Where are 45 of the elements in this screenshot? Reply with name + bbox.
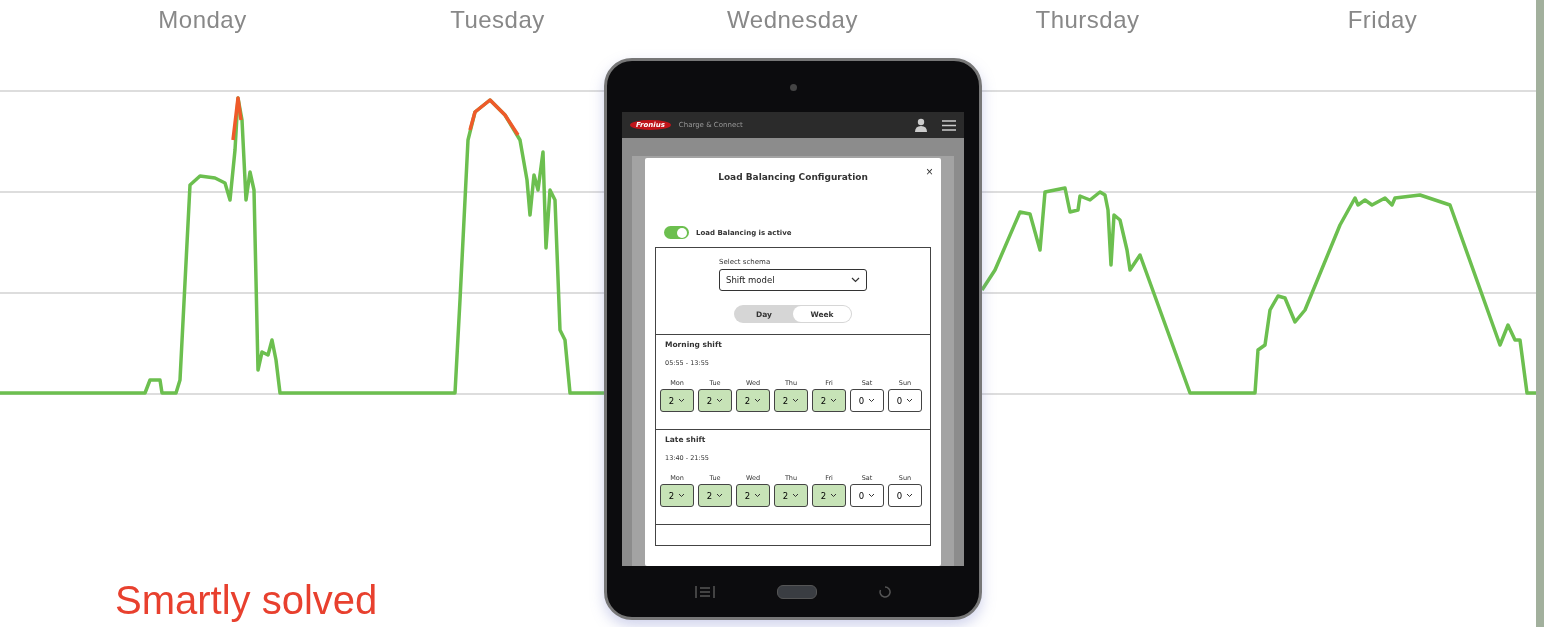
count-dropdown[interactable]: 2 <box>774 484 808 507</box>
day-label: Tuesday <box>449 5 546 35</box>
count-dropdown[interactable]: 2 <box>660 389 694 412</box>
chevron-down-icon <box>830 493 838 498</box>
rotate-icon[interactable] <box>879 585 891 598</box>
count-dropdown[interactable]: 2 <box>736 389 770 412</box>
count-dropdown[interactable]: 0 <box>888 484 922 507</box>
count-dropdown[interactable]: 2 <box>812 484 846 507</box>
count-dropdown[interactable]: 2 <box>774 389 808 412</box>
chevron-down-icon <box>868 493 876 498</box>
count-dropdown[interactable]: 0 <box>888 389 922 412</box>
camera-icon <box>789 84 797 91</box>
headline: Smartly solved <box>115 577 378 624</box>
list-icon[interactable] <box>695 585 715 598</box>
count-dropdown[interactable]: 2 <box>660 484 694 507</box>
schema-dropdown[interactable]: Shift model <box>719 269 867 291</box>
day-label: Friday <box>1346 5 1419 35</box>
chevron-down-icon <box>754 398 762 403</box>
chevron-down-icon <box>851 277 860 283</box>
day-label: Monday <box>157 5 248 35</box>
menu-icon[interactable] <box>942 119 956 131</box>
chevron-down-icon <box>792 398 800 403</box>
chevron-down-icon <box>716 493 724 498</box>
dialog-title: Load Balancing Configuration <box>717 172 869 182</box>
chevron-down-icon <box>868 398 876 403</box>
day-label: Thursday <box>1034 5 1141 35</box>
count-dropdown[interactable]: 0 <box>850 389 884 412</box>
chevron-down-icon <box>678 493 686 498</box>
chevron-down-icon <box>678 398 686 403</box>
user-icon[interactable] <box>914 118 928 132</box>
count-dropdown[interactable]: 2 <box>736 484 770 507</box>
count-dropdown[interactable]: 2 <box>698 484 732 507</box>
chevron-down-icon <box>830 398 838 403</box>
chevron-down-icon <box>716 398 724 403</box>
chevron-down-icon <box>754 493 762 498</box>
home-button[interactable] <box>777 584 817 599</box>
chevron-down-icon <box>792 493 800 498</box>
close-button[interactable]: × <box>926 166 933 178</box>
count-dropdown[interactable]: 2 <box>812 389 846 412</box>
toggle-switch[interactable] <box>664 226 689 239</box>
count-dropdown[interactable]: 0 <box>850 484 884 507</box>
chevron-down-icon <box>906 398 914 403</box>
chevron-down-icon <box>906 493 914 498</box>
day-label: Wednesday <box>726 5 859 35</box>
count-dropdown[interactable]: 2 <box>698 389 732 412</box>
